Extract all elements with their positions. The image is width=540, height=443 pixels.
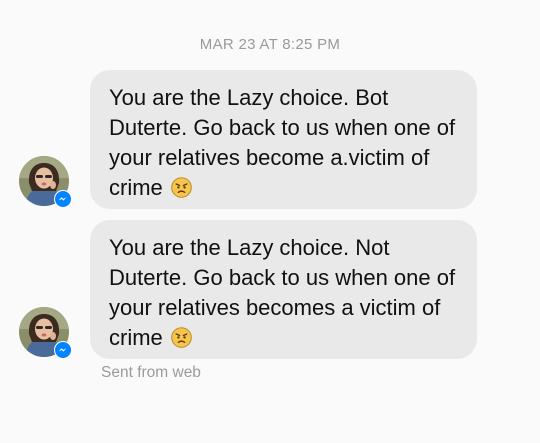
message-text: You are the Lazy choice. Not Duterte. Go… [109, 235, 456, 350]
messenger-icon [55, 342, 71, 358]
angry-face-icon [171, 327, 192, 348]
sender-avatar[interactable] [19, 307, 72, 359]
message-bubble[interactable]: You are the Lazy choice. Not Duterte. Go… [90, 220, 477, 359]
angry-face-icon [171, 177, 192, 198]
message-text: You are the Lazy choice. Bot Duterte. Go… [109, 85, 456, 200]
sender-avatar[interactable] [19, 156, 72, 208]
conversation-timestamp: MAR 23 AT 8:25 PM [199, 36, 341, 53]
messenger-icon [55, 191, 71, 207]
message-bubble[interactable]: You are the Lazy choice. Bot Duterte. Go… [90, 70, 477, 209]
sent-from-label: Sent from web [101, 364, 201, 381]
messenger-badge [54, 341, 72, 359]
messenger-badge [54, 190, 72, 208]
